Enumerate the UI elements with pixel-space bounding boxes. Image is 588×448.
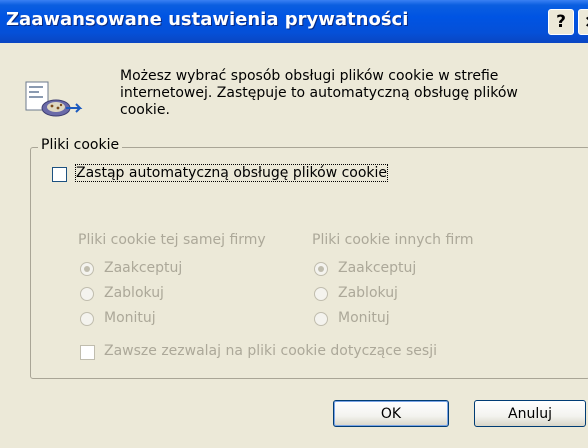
override-label[interactable]: Zastąp automatyczną obsługę plików cooki…: [74, 164, 389, 182]
info-text: Możesz wybrać sposób obsługi plików cook…: [120, 68, 518, 118]
selected-dot: [84, 266, 90, 272]
session-cookies-checkbox[interactable]: [80, 345, 95, 360]
ok-button[interactable]: OK: [333, 400, 449, 427]
selected-dot: [318, 266, 324, 272]
third-party-header: Pliki cookie innych firm: [312, 232, 474, 248]
third-party-block-label: Zablokuj: [338, 285, 398, 301]
first-party-prompt-label: Monituj: [104, 310, 156, 326]
cancel-button-label: Anuluj: [508, 405, 552, 422]
third-party-accept-label: Zaakceptuj: [338, 260, 417, 276]
help-button[interactable]: ?: [548, 9, 574, 35]
window-title: Zaawansowane ustawienia prywatności: [6, 9, 409, 30]
cancel-button[interactable]: Anuluj: [474, 400, 586, 427]
privacy-dialog: Zaawansowane ustawienia prywatności ? × …: [0, 0, 588, 448]
close-icon: ×: [584, 12, 588, 32]
third-party-prompt-radio[interactable]: [314, 312, 328, 326]
dialog-content: Możesz wybrać sposób obsługi plików cook…: [0, 43, 588, 448]
close-button[interactable]: ×: [578, 9, 588, 35]
session-cookies-label: Zawsze zezwalaj na pliki cookie dotycząc…: [104, 343, 437, 359]
first-party-accept-radio[interactable]: [80, 262, 94, 276]
cookie-settings-icon: [24, 78, 84, 122]
third-party-prompt-label: Monituj: [338, 310, 390, 326]
first-party-prompt-radio[interactable]: [80, 312, 94, 326]
third-party-block-radio[interactable]: [314, 287, 328, 301]
first-party-block-radio[interactable]: [80, 287, 94, 301]
title-bar[interactable]: Zaawansowane ustawienia prywatności ? ×: [0, 0, 588, 43]
override-checkbox[interactable]: [52, 167, 67, 182]
ok-button-label: OK: [380, 405, 402, 422]
first-party-header: Pliki cookie tej samej firmy: [78, 232, 266, 248]
third-party-accept-radio[interactable]: [314, 262, 328, 276]
first-party-block-label: Zablokuj: [104, 285, 164, 301]
help-icon: ?: [556, 12, 566, 32]
first-party-accept-label: Zaakceptuj: [104, 260, 183, 276]
group-legend: Pliki cookie: [38, 137, 123, 153]
